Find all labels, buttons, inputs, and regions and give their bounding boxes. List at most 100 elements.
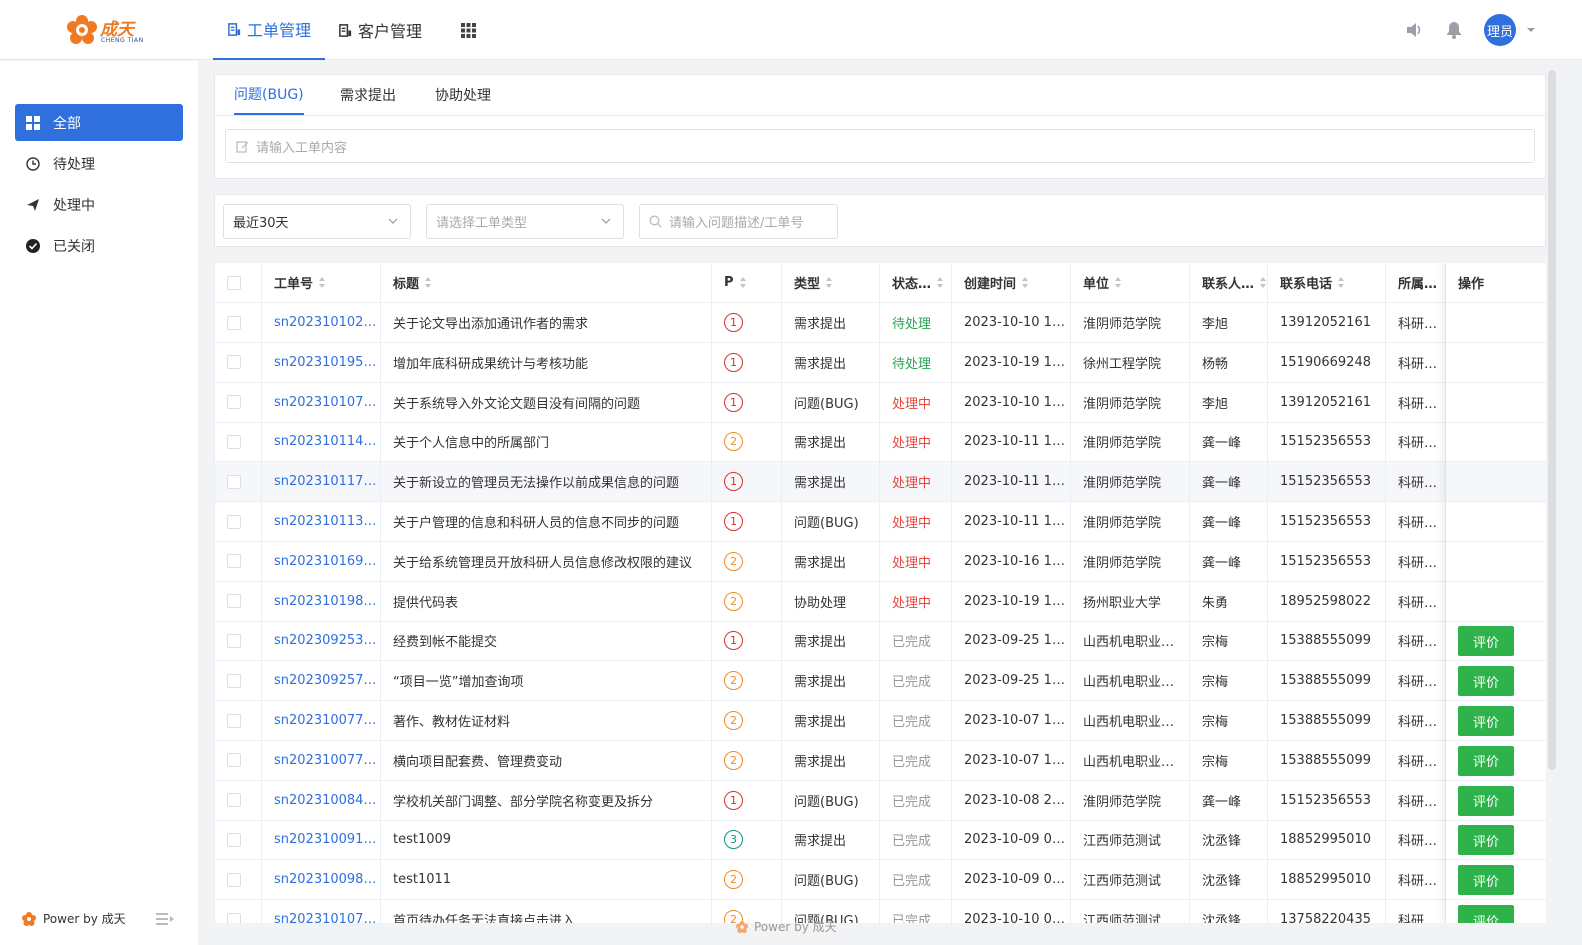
- header-priority[interactable]: P: [712, 263, 782, 302]
- header-unit[interactable]: 单位: [1071, 263, 1190, 302]
- ticket-content-input[interactable]: 请输入工单内容: [225, 129, 1535, 163]
- sort-icon[interactable]: [1260, 277, 1267, 288]
- order-no-link[interactable]: sn202310113…: [274, 514, 376, 529]
- sidebar-item-pending[interactable]: 待处理: [15, 145, 183, 182]
- order-no-link[interactable]: sn202310084…: [274, 793, 376, 808]
- rate-button[interactable]: 评价: [1458, 865, 1514, 896]
- select-all-checkbox[interactable]: [227, 275, 241, 290]
- sort-icon[interactable]: [739, 277, 747, 288]
- header-contact[interactable]: 联系人…: [1190, 263, 1268, 302]
- cell-type: 需求提出: [782, 342, 880, 382]
- sidebar-item-all[interactable]: 全部: [15, 104, 183, 141]
- order-no-link[interactable]: sn202310169…: [274, 554, 376, 569]
- cell-select-all: [215, 900, 262, 923]
- nav-tab-customers[interactable]: 客户管理: [338, 0, 430, 60]
- row-checkbox[interactable]: [227, 594, 241, 609]
- row-checkbox[interactable]: [227, 673, 241, 688]
- cell-priority: 2: [712, 661, 782, 701]
- column-label: 工单号: [274, 277, 314, 292]
- rate-button[interactable]: 评价: [1458, 785, 1514, 816]
- sidebar-item-processing[interactable]: 处理中: [15, 186, 183, 223]
- header-order-no[interactable]: 工单号: [262, 263, 381, 302]
- row-checkbox[interactable]: [227, 554, 241, 569]
- order-no-link[interactable]: sn202310091…: [274, 832, 376, 847]
- tab-requirement[interactable]: 需求提出: [340, 75, 396, 115]
- row-checkbox[interactable]: [227, 713, 241, 728]
- logo[interactable]: 成天 CHENG TIAN: [66, 12, 146, 48]
- row-checkbox[interactable]: [227, 872, 241, 887]
- cell-product: 科研系统: [1386, 422, 1446, 462]
- apps-menu-button[interactable]: [461, 0, 479, 60]
- rate-button[interactable]: 评价: [1458, 905, 1514, 923]
- ticket-type-select[interactable]: 请选择工单类型: [426, 204, 624, 239]
- header-type[interactable]: 类型: [782, 263, 880, 302]
- date-range-select[interactable]: 最近30天: [223, 204, 411, 239]
- rate-button[interactable]: 评价: [1458, 706, 1514, 736]
- order-no-link[interactable]: sn202309257…: [274, 673, 376, 688]
- row-checkbox[interactable]: [227, 832, 241, 847]
- sort-icon[interactable]: [937, 277, 944, 288]
- order-no-link[interactable]: sn202310107…: [274, 395, 376, 410]
- order-no-link[interactable]: sn202309253…: [274, 633, 376, 648]
- header-phone[interactable]: 联系电话: [1268, 263, 1386, 302]
- order-no-link[interactable]: sn202310077…: [274, 713, 376, 728]
- sort-icon[interactable]: [1115, 277, 1122, 288]
- row-checkbox[interactable]: [227, 434, 241, 449]
- status-text: 处理中: [892, 436, 932, 452]
- status-text: 待处理: [892, 356, 932, 372]
- sound-button[interactable]: [1405, 14, 1423, 46]
- order-no-link[interactable]: sn202310102…: [274, 315, 376, 330]
- header-created-time[interactable]: 创建时间: [952, 263, 1071, 302]
- order-no-link[interactable]: sn202310114…: [274, 434, 376, 449]
- row-checkbox[interactable]: [227, 633, 241, 648]
- sidebar-item-closed[interactable]: 已关闭: [15, 227, 183, 264]
- row-checkbox[interactable]: [227, 793, 241, 808]
- cell-status: 处理中: [880, 541, 952, 581]
- sidebar-item-label: 处理中: [53, 197, 95, 214]
- user-menu[interactable]: 理员: [1484, 14, 1536, 46]
- row-checkbox[interactable]: [227, 474, 241, 489]
- row-checkbox[interactable]: [227, 514, 241, 529]
- notification-button[interactable]: [1445, 14, 1463, 46]
- sort-icon[interactable]: [319, 277, 326, 288]
- cell-title: 关于个人信息中的所属部门: [381, 422, 712, 462]
- cell-status: 已完成: [880, 701, 952, 740]
- row-checkbox[interactable]: [227, 912, 241, 923]
- sort-icon[interactable]: [1022, 277, 1029, 288]
- order-no-link[interactable]: sn202310077…: [274, 753, 376, 768]
- type-text: 问题(BUG): [794, 874, 859, 890]
- search-input[interactable]: 请输入问题描述/工单号: [639, 204, 838, 239]
- rate-button[interactable]: 评价: [1458, 666, 1514, 697]
- nav-tab-tickets[interactable]: 工单管理: [213, 0, 325, 60]
- order-no-link[interactable]: sn202310107…: [274, 912, 376, 923]
- scrollbar[interactable]: [1548, 70, 1556, 770]
- order-no-link[interactable]: sn202310195…: [274, 355, 376, 370]
- rate-button[interactable]: 评价: [1458, 825, 1514, 856]
- row-checkbox[interactable]: [227, 395, 241, 410]
- cell-created-time: 2023-10-11 15…: [952, 462, 1071, 502]
- table-row: sn202310102… 关于论文导出添加通讯作者的需求 1 需求提出 待处理 2023-…: [215, 303, 1546, 343]
- tab-bug[interactable]: 问题(BUG): [234, 75, 304, 115]
- cell-type: 协助处理: [782, 581, 880, 621]
- tab-assist[interactable]: 协助处理: [435, 75, 491, 115]
- sort-icon[interactable]: [1338, 277, 1345, 288]
- order-no-link[interactable]: sn202310198…: [274, 594, 376, 609]
- cell-order-no: sn202309257…: [262, 661, 381, 701]
- cell-select-all: [215, 462, 262, 502]
- sidebar: 全部 待处理 处理中 已关闭 Power by 成天: [0, 61, 198, 945]
- cell-unit: 江西师范测试: [1071, 860, 1190, 900]
- collapse-menu-icon[interactable]: [155, 912, 174, 925]
- rate-button[interactable]: 评价: [1458, 745, 1514, 776]
- cell-status: 待处理: [880, 303, 952, 342]
- header-status[interactable]: 状态…: [880, 263, 952, 302]
- order-no-link[interactable]: sn202310098…: [274, 872, 376, 887]
- row-checkbox[interactable]: [227, 355, 241, 370]
- row-checkbox[interactable]: [227, 315, 241, 330]
- header-product[interactable]: 所属产品: [1386, 263, 1446, 302]
- row-checkbox[interactable]: [227, 753, 241, 768]
- sort-icon[interactable]: [826, 277, 833, 288]
- rate-button[interactable]: 评价: [1458, 626, 1514, 657]
- sort-icon[interactable]: [425, 277, 432, 288]
- order-no-link[interactable]: sn202310117…: [274, 474, 376, 489]
- header-title[interactable]: 标题: [381, 263, 712, 302]
